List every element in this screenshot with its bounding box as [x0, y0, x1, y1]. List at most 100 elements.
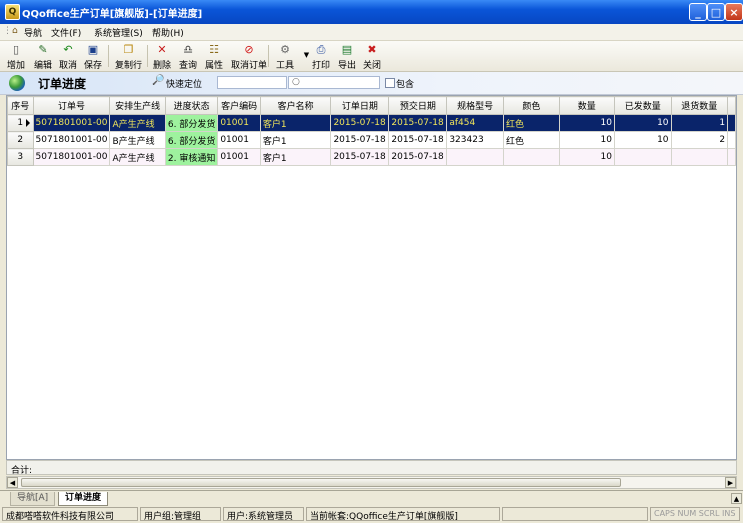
table-row[interactable]: 3 5071801001-00 A产生产线 2. 审核通知 01001 客户1 …: [7, 148, 736, 166]
quick-locate-field-select[interactable]: [217, 76, 287, 89]
tab-order-progress[interactable]: 订单进度: [58, 492, 109, 506]
filler-cell: [727, 131, 736, 149]
production-line-cell[interactable]: A产生产线: [109, 148, 166, 166]
color-cell[interactable]: [503, 148, 560, 166]
customer-name-cell[interactable]: 客户1: [259, 114, 332, 132]
shipped-cell[interactable]: [613, 148, 672, 166]
production-line-cell[interactable]: B产生产线: [109, 131, 166, 149]
spec-cell[interactable]: af454: [446, 114, 505, 132]
toolbar-separator: [108, 45, 109, 67]
search-icon: ○: [292, 77, 300, 87]
shipped-cell[interactable]: 10: [613, 131, 672, 149]
copy-row-button[interactable]: ❐ 复制行: [115, 43, 142, 71]
quick-locate-input[interactable]: ○: [288, 76, 380, 89]
order-no-cell[interactable]: 5071801001-00: [32, 131, 111, 149]
chevron-up-icon[interactable]: ▲: [731, 493, 742, 504]
menu-nav[interactable]: 导航: [24, 26, 42, 39]
menu-bar: ⋮ ⌂ 导航 文件(F) 系统管理(S) 帮助(H): [0, 24, 743, 41]
cancel-button[interactable]: ↶ 取消: [59, 43, 77, 71]
properties-button[interactable]: ☷ 属性: [205, 43, 223, 71]
minimize-button[interactable]: _: [689, 3, 707, 21]
customer-name-cell[interactable]: 客户1: [259, 148, 332, 166]
include-checkbox[interactable]: [385, 78, 395, 88]
tools-button[interactable]: ⚙ 工具: [276, 43, 294, 71]
color-cell[interactable]: 红色: [503, 131, 560, 149]
order-date-cell[interactable]: 2015-07-18: [330, 114, 390, 132]
row-number-cell[interactable]: 3: [7, 148, 34, 166]
cancel-order-button[interactable]: ⊘ 取消订单: [231, 43, 267, 71]
tab-nav[interactable]: 导航[A]: [10, 492, 56, 506]
column-header[interactable]: 颜色: [503, 96, 560, 115]
new-doc-icon: ▯: [12, 43, 20, 56]
table-row[interactable]: 1 5071801001-00 A产生产线 6. 部分发货 01001 客户1 …: [7, 114, 736, 132]
page-title: 订单进度: [38, 77, 87, 91]
customer-code-cell[interactable]: 01001: [217, 131, 261, 149]
column-header[interactable]: 预交日期: [388, 96, 448, 115]
add-button[interactable]: ▯ 增加: [7, 43, 25, 71]
print-button[interactable]: ⎙ 打印: [312, 43, 330, 71]
due-date-cell[interactable]: 2015-07-18: [388, 131, 448, 149]
due-date-cell[interactable]: 2015-07-18: [388, 148, 448, 166]
filler-cell: [727, 148, 736, 166]
customer-code-cell[interactable]: 01001: [217, 148, 261, 166]
delete-button[interactable]: ✕ 删除: [153, 43, 171, 71]
column-header[interactable]: 规格型号: [446, 96, 505, 115]
status-user: 用户:系统管理员: [223, 507, 304, 521]
horizontal-scrollbar[interactable]: ◀ ▶: [6, 476, 737, 489]
production-line-cell[interactable]: A产生产线: [109, 114, 166, 132]
column-header[interactable]: 订单号: [32, 96, 111, 115]
globe-icon: [9, 75, 25, 91]
column-header[interactable]: 已发数量: [613, 96, 672, 115]
menu-help[interactable]: 帮助(H): [152, 26, 184, 39]
column-header[interactable]: 退货数量: [670, 96, 729, 115]
due-date-cell[interactable]: 2015-07-18: [388, 114, 448, 132]
query-button[interactable]: ♎ 查询: [179, 43, 197, 71]
order-no-cell[interactable]: 5071801001-00: [32, 148, 111, 166]
order-date-cell[interactable]: 2015-07-18: [330, 131, 390, 149]
menu-file[interactable]: 文件(F): [51, 26, 81, 39]
status-empty: [502, 507, 648, 521]
gear-icon: ⚙: [280, 43, 290, 56]
binoculars-icon: ♎: [183, 43, 193, 56]
column-header[interactable]: 安排生产线: [109, 96, 166, 115]
status-cell[interactable]: 6. 部分发货: [164, 131, 219, 149]
column-header[interactable]: 进度状态: [164, 96, 219, 115]
returned-cell[interactable]: [670, 148, 729, 166]
row-number-cell[interactable]: 2: [7, 131, 34, 149]
column-header[interactable]: 订单日期: [330, 96, 390, 115]
returned-cell[interactable]: 2: [670, 131, 729, 149]
column-header[interactable]: 客户名称: [259, 96, 332, 115]
status-cell[interactable]: 2. 审核通知: [164, 148, 219, 166]
maximize-button[interactable]: □: [707, 3, 725, 21]
color-cell[interactable]: 红色: [503, 114, 560, 132]
returned-cell[interactable]: 1: [670, 114, 729, 132]
quantity-cell[interactable]: 10: [558, 131, 615, 149]
save-button[interactable]: ▣ 保存: [84, 43, 102, 71]
order-no-cell[interactable]: 5071801001-00: [32, 114, 111, 132]
customer-name-cell[interactable]: 客户1: [259, 131, 332, 149]
window-title: QQoffice生产订单[旗舰版]-[订单进度]: [22, 9, 203, 20]
export-button[interactable]: ▤ 导出: [338, 43, 356, 71]
spec-cell[interactable]: [446, 148, 505, 166]
row-number-cell[interactable]: 1: [7, 114, 34, 132]
close-window-button[interactable]: ×: [725, 3, 743, 21]
status-cell[interactable]: 6. 部分发货: [164, 114, 219, 132]
order-date-cell[interactable]: 2015-07-18: [330, 148, 390, 166]
column-header[interactable]: 客户编码: [217, 96, 261, 115]
customer-code-cell[interactable]: 01001: [217, 114, 261, 132]
edit-button[interactable]: ✎ 编辑: [34, 43, 52, 71]
close-button[interactable]: ✖ 关闭: [363, 43, 381, 71]
scroll-left-icon[interactable]: ◀: [7, 477, 18, 488]
quantity-cell[interactable]: 10: [558, 114, 615, 132]
spec-cell[interactable]: 323423: [446, 131, 505, 149]
menu-system[interactable]: 系统管理(S): [94, 26, 143, 39]
column-header[interactable]: 数量: [558, 96, 615, 115]
shipped-cell[interactable]: 10: [613, 114, 672, 132]
table-row[interactable]: 2 5071801001-00 B产生产线 6. 部分发货 01001 客户1 …: [7, 131, 736, 149]
column-header[interactable]: 序号: [7, 96, 34, 115]
scroll-right-icon[interactable]: ▶: [725, 477, 736, 488]
floppy-icon: ▣: [87, 43, 99, 56]
quantity-cell[interactable]: 10: [558, 148, 615, 166]
scroll-thumb[interactable]: [21, 478, 621, 487]
excel-icon: ▤: [341, 43, 353, 56]
